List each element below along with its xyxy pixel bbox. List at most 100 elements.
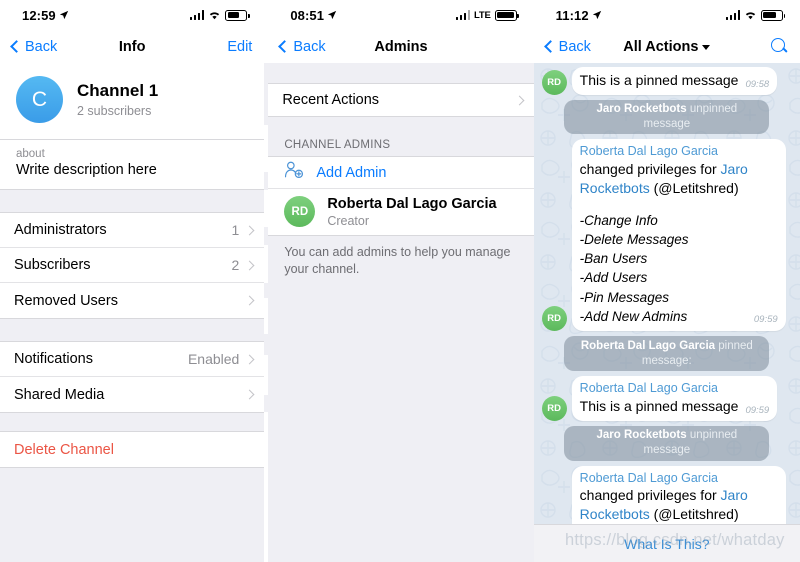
row-subscribers-value: 2 xyxy=(231,257,240,273)
message-bubble: This is a pinned message 09:58 xyxy=(571,67,778,95)
message-text-prefix: changed privileges for xyxy=(579,161,721,178)
message-avatar-initials: RD xyxy=(547,313,562,325)
channel-header[interactable]: C Channel 1 2 subscribers xyxy=(0,63,265,139)
admins-group: Add Admin RD Roberta Dal Lago Garcia Cre… xyxy=(268,156,534,236)
permission-item: -Change Info xyxy=(579,212,658,228)
chevron-left-icon xyxy=(10,40,23,53)
panel-all-actions: 11:12 Back All Actions RD This is a pinn… xyxy=(533,0,800,562)
row-notifications[interactable]: Notifications Enabled xyxy=(0,342,265,377)
status-indicators: LTE xyxy=(455,9,520,21)
channel-avatar: C xyxy=(16,76,63,123)
message-text-prefix: changed privileges for xyxy=(579,487,721,504)
about-block[interactable]: about Write description here xyxy=(0,139,265,190)
service-message: Jaro Rocketbots unpinned message xyxy=(542,425,792,461)
chat-message[interactable]: RD This is a pinned message 09:58 xyxy=(541,67,792,95)
channel-name: Channel 1 xyxy=(77,80,159,100)
chevron-left-icon xyxy=(543,40,557,53)
back-button-label: Back xyxy=(25,38,58,55)
message-avatar-initials: RD xyxy=(547,76,562,88)
section-gap-3 xyxy=(0,413,265,431)
nav-bar-info: Back Info Edit xyxy=(0,30,265,63)
section-gap-top xyxy=(268,63,534,83)
add-admin-button[interactable]: Add Admin xyxy=(268,157,534,189)
chat-message[interactable]: RD Roberta Dal Lago Garcia This is a pin… xyxy=(541,376,792,421)
status-time-label: 08:51 xyxy=(290,7,325,23)
cellular-signal-icon xyxy=(189,10,205,20)
panel-admins: 08:51 LTE Back Admins Recent Actions CHA… xyxy=(268,0,534,562)
section-gap-2 xyxy=(0,319,265,341)
chat-scroll-area[interactable]: RD This is a pinned message 09:58 Jaro R… xyxy=(533,63,800,562)
row-shared-media[interactable]: Shared Media xyxy=(0,377,265,412)
back-button-chat[interactable]: Back xyxy=(543,38,591,55)
nav-bar-admins: Back Admins xyxy=(268,30,534,63)
row-shared-media-label: Shared Media xyxy=(14,386,105,403)
back-button-label: Back xyxy=(558,38,591,55)
message-text: changed privileges for Jaro Rocketbots (… xyxy=(580,160,778,197)
section-gap-1 xyxy=(0,190,265,212)
message-text-suffix: (@Letitshred) xyxy=(649,179,739,196)
delete-channel-button[interactable]: Delete Channel xyxy=(0,432,265,467)
chevron-right-icon xyxy=(244,260,255,270)
three-phone-screenshot-composite: 12:59 Back Info Edit C Channel 1 2 subsc… xyxy=(0,0,800,562)
chat-message-list: RD This is a pinned message 09:58 Jaro R… xyxy=(534,67,800,562)
status-time-label: 12:59 xyxy=(22,7,56,23)
message-text-suffix: (@Letitshred) xyxy=(649,506,739,523)
message-bubble: Roberta Dal Lago Garcia changed privileg… xyxy=(571,139,786,332)
channel-admins-section-label: CHANNEL ADMINS xyxy=(284,139,391,151)
message-author: Roberta Dal Lago Garcia xyxy=(579,381,718,396)
service-message-pill: Roberta Dal Lago Garcia pinned message: xyxy=(564,336,770,372)
status-bar-info: 12:59 xyxy=(0,0,265,30)
location-arrow-icon xyxy=(59,10,68,20)
service-actor: Jaro Rocketbots xyxy=(596,103,687,116)
row-recent-actions[interactable]: Recent Actions xyxy=(268,84,534,116)
permission-list: -Change Info -Delete Messages -Ban Users… xyxy=(580,211,778,327)
watermark: https://blog.csdn.net/whatday xyxy=(565,531,785,549)
add-person-icon xyxy=(284,161,304,184)
row-removed-users[interactable]: Removed Users xyxy=(0,283,265,318)
carrier-type-label: LTE xyxy=(474,9,491,21)
row-notifications-value: Enabled xyxy=(187,351,240,367)
admin-list-item[interactable]: RD Roberta Dal Lago Garcia Creator xyxy=(268,189,534,236)
location-arrow-icon xyxy=(327,10,337,20)
permission-item: -Add New Admins xyxy=(579,309,688,325)
service-message-pill: Jaro Rocketbots unpinned message xyxy=(564,99,770,135)
row-subscribers-label: Subscribers xyxy=(14,257,91,273)
status-indicators xyxy=(725,9,786,21)
back-button-admins[interactable]: Back xyxy=(278,38,326,55)
edit-button[interactable]: Edit xyxy=(227,39,252,55)
chevron-right-icon xyxy=(244,225,255,235)
admins-footer-note: You can add admins to help you manage yo… xyxy=(268,235,534,278)
message-time: 09:59 xyxy=(745,404,770,416)
row-administrators[interactable]: Administrators 1 xyxy=(0,213,265,248)
back-button-info[interactable]: Back xyxy=(10,38,58,55)
chevron-down-icon xyxy=(702,45,711,50)
message-author: Roberta Dal Lago Garcia xyxy=(579,144,718,159)
status-time-label: 11:12 xyxy=(555,7,589,23)
chevron-left-icon xyxy=(278,40,292,53)
back-button-label: Back xyxy=(293,38,326,55)
search-icon[interactable] xyxy=(771,38,788,55)
row-removed-users-label: Removed Users xyxy=(14,292,118,309)
service-message: Jaro Rocketbots unpinned message xyxy=(542,99,792,135)
permission-item: -Ban Users xyxy=(579,251,648,267)
status-time: 11:12 xyxy=(556,8,602,23)
chat-message[interactable]: RD Roberta Dal Lago Garcia changed privi… xyxy=(541,139,792,332)
wifi-icon xyxy=(744,10,757,20)
location-arrow-icon xyxy=(592,10,601,20)
all-actions-title-label: All Actions xyxy=(623,38,699,55)
row-recent-actions-label: Recent Actions xyxy=(282,92,380,108)
chevron-right-icon xyxy=(514,95,525,105)
message-bubble: Roberta Dal Lago Garcia This is a pinned… xyxy=(571,376,778,421)
panel-channel-info: 12:59 Back Info Edit C Channel 1 2 subsc… xyxy=(0,0,265,562)
wifi-icon xyxy=(208,10,221,20)
admin-name: Roberta Dal Lago Garcia xyxy=(327,196,497,212)
message-text: This is a pinned message xyxy=(579,72,739,88)
message-avatar: RD xyxy=(541,306,567,332)
battery-icon xyxy=(494,9,520,21)
service-actor: Roberta Dal Lago Garcia xyxy=(580,339,716,352)
permission-item: -Delete Messages xyxy=(579,231,689,247)
status-bar-chat: 11:12 xyxy=(533,0,800,30)
row-subscribers[interactable]: Subscribers 2 xyxy=(0,248,265,283)
service-message-pill: Jaro Rocketbots unpinned message xyxy=(564,425,770,461)
row-notifications-label: Notifications xyxy=(14,351,93,367)
